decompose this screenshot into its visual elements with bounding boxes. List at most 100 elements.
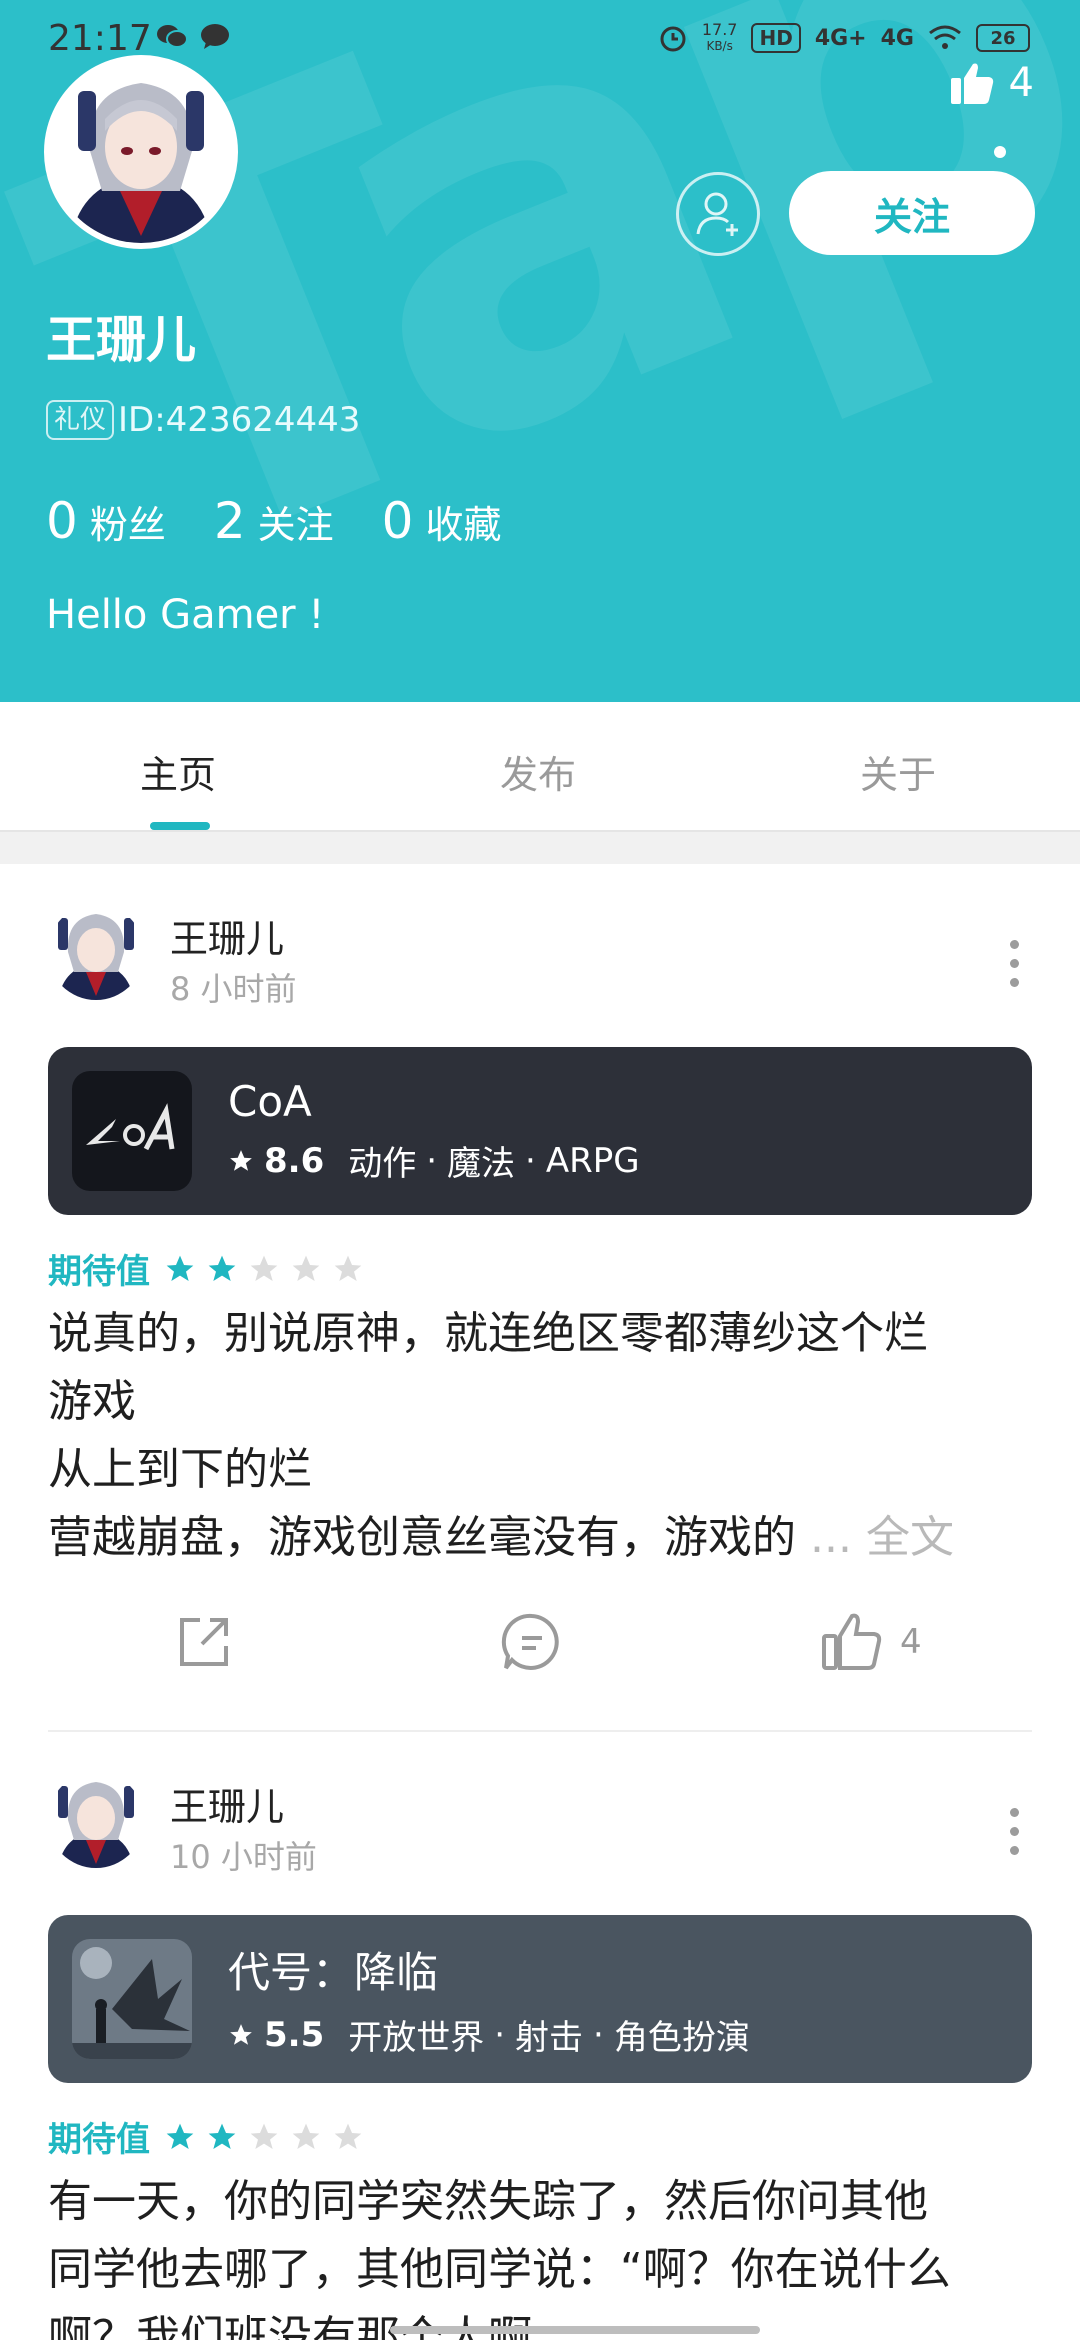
game-meta: 8.6 动作 · 魔法 · ARPG [228, 1136, 640, 1185]
ellipsis: ... [810, 1512, 852, 1563]
post-body-line: 营越崩盘，游戏创意丝毫没有，游戏的 [48, 1512, 796, 1563]
avatar-illustration [58, 914, 134, 1000]
post-body-line: 游戏 [48, 1376, 136, 1427]
stat-following[interactable]: 2 关注 [214, 492, 334, 550]
game-icon-coa [72, 1071, 192, 1191]
game-tag: 开放世界 [348, 2018, 485, 2058]
rating-stars [164, 1253, 364, 1285]
tag-separator: · [494, 2014, 506, 2055]
game-name: 代号：降临 [228, 1948, 439, 1997]
signal-4g-plus: 4G+ [814, 25, 867, 51]
tab-about[interactable]: 关于 [860, 744, 936, 799]
star-empty-icon [334, 1255, 362, 1281]
stat-following-label: 关注 [257, 503, 334, 547]
game-icon-descent [72, 1939, 192, 2059]
game-tag: 动作 [348, 1144, 417, 1184]
post-body-line: 有一天，你的同学突然失踪了，然后你问其他 [48, 2176, 928, 2227]
post-body-line: 同学他去哪了，其他同学说：“啊？你在说什么 [48, 2244, 951, 2295]
star-filled-icon [166, 1255, 194, 1281]
status-right-icons: 17.7 KB/s HD 4G+ 4G 26 [658, 22, 1030, 54]
add-friend-button[interactable] [676, 172, 760, 256]
profile-stats: 0 粉丝 2 关注 0 收藏 [46, 492, 501, 550]
star-icon [230, 2023, 252, 2045]
profile-bio: Hello Gamer ! [46, 592, 325, 638]
like-button[interactable]: 4 [820, 1610, 922, 1674]
net-speed-value: 17.7 [701, 20, 738, 39]
profile-header: TapT 21:17 17.7 KB/s HD 4G+ 4G 26 4 关注 王… [0, 0, 1080, 702]
game-card[interactable]: CoA 8.6 动作 · 魔法 · ARPG [48, 1047, 1032, 1215]
profile-like-count: 4 [1008, 60, 1034, 106]
post-avatar[interactable] [48, 904, 144, 1000]
profile-like[interactable]: 4 [949, 60, 1034, 106]
star-empty-icon [334, 2123, 362, 2149]
avatar-illustration [58, 1782, 134, 1868]
tab-posts[interactable]: 发布 [500, 744, 576, 799]
star-empty-icon [250, 1255, 278, 1281]
stat-favorites[interactable]: 0 收藏 [382, 492, 502, 550]
post-body[interactable]: 说真的，别说原神，就连绝区零都薄纱这个烂 游戏 从上到下的烂 营越崩盘，游戏创意… [48, 1300, 1038, 1572]
thumbs-up-icon [950, 63, 993, 104]
post-card[interactable]: 王珊儿 8 小时前 CoA 8.6 动作 · 魔法 · ARPG [0, 864, 1080, 1734]
net-speed: 17.7 KB/s [702, 22, 738, 54]
tab-home[interactable]: 主页 [140, 744, 216, 799]
follow-button[interactable]: 关注 [789, 171, 1035, 255]
post-username[interactable]: 王珊儿 [170, 908, 284, 963]
game-tag: ARPG [545, 1140, 640, 1181]
comment-icon [501, 1613, 559, 1670]
post-body[interactable]: 有一天，你的同学突然失踪了，然后你问其他 同学他去哪了，其他同学说：“啊？你在说… [48, 2168, 1038, 2340]
expectation-row: 期待值 [48, 2112, 364, 2161]
star-filled-icon [208, 1255, 236, 1281]
more-options-icon[interactable] [1008, 940, 1020, 987]
net-speed-unit: KB/s [706, 39, 733, 53]
game-card[interactable]: 代号：降临 5.5 开放世界 · 射击 · 角色扮演 [48, 1915, 1032, 2083]
battery-indicator: 26 [976, 24, 1030, 52]
star-filled-icon [166, 2123, 194, 2149]
profile-id: ID:423624443 [118, 400, 361, 440]
like-count: 4 [900, 1622, 922, 1662]
game-meta: 5.5 开放世界 · 射击 · 角色扮演 [228, 2010, 750, 2059]
profile-name: 王珊儿 [46, 311, 196, 369]
share-icon [180, 1618, 228, 1666]
expectation-row: 期待值 [48, 1244, 364, 1293]
add-user-icon [696, 192, 738, 236]
game-tag: 射击 [515, 2018, 584, 2058]
alarm-icon [660, 26, 686, 52]
message-icon [201, 24, 229, 49]
home-indicator[interactable] [390, 2326, 760, 2334]
game-tag: 角色扮演 [613, 2018, 750, 2058]
section-divider [0, 832, 1080, 864]
post-body-line: 啊？我们班没有那个人啊 [48, 2312, 532, 2340]
stat-favorites-label: 收藏 [425, 503, 502, 547]
post-body-line: 从上到下的烂 [48, 1444, 312, 1495]
rating-stars [164, 2121, 364, 2153]
status-time: 21:17 [48, 18, 152, 59]
game-info: CoA 8.6 动作 · 魔法 · ARPG [228, 1077, 640, 1185]
game-info: 代号：降临 5.5 开放世界 · 射击 · 角色扮演 [228, 1939, 750, 2059]
thumbs-up-icon [822, 1613, 882, 1670]
post-timestamp: 10 小时前 [170, 1838, 317, 1876]
star-empty-icon [250, 2123, 278, 2149]
tag-separator: · [593, 2014, 604, 2055]
etiquette-badge[interactable]: 礼仪 [46, 400, 115, 440]
comment-button[interactable] [500, 1610, 564, 1674]
wechat-icon [157, 25, 188, 48]
post-avatar[interactable] [48, 1772, 144, 1868]
star-icon [230, 1149, 252, 1171]
share-button[interactable] [172, 1610, 236, 1674]
hd-chip: HD [751, 23, 801, 53]
post-username[interactable]: 王珊儿 [170, 1776, 284, 1831]
tag-separator: · [525, 1140, 536, 1181]
game-score: 5.5 [264, 2014, 325, 2055]
profile-id-row: 礼仪 ID:423624443 [46, 400, 360, 440]
post-timestamp: 8 小时前 [170, 970, 297, 1008]
stat-favorites-count: 0 [381, 492, 414, 550]
read-more-link[interactable]: 全文 [866, 1512, 954, 1563]
game-tag: 魔法 [447, 1144, 516, 1184]
stat-followers[interactable]: 0 粉丝 [46, 492, 166, 550]
profile-avatar[interactable] [44, 55, 238, 249]
more-options-icon[interactable] [1008, 1808, 1020, 1855]
stat-following-count: 2 [213, 492, 246, 550]
game-score: 8.6 [264, 1140, 325, 1181]
descent-cover-icon [72, 1939, 192, 2059]
star-filled-icon [208, 2123, 236, 2149]
